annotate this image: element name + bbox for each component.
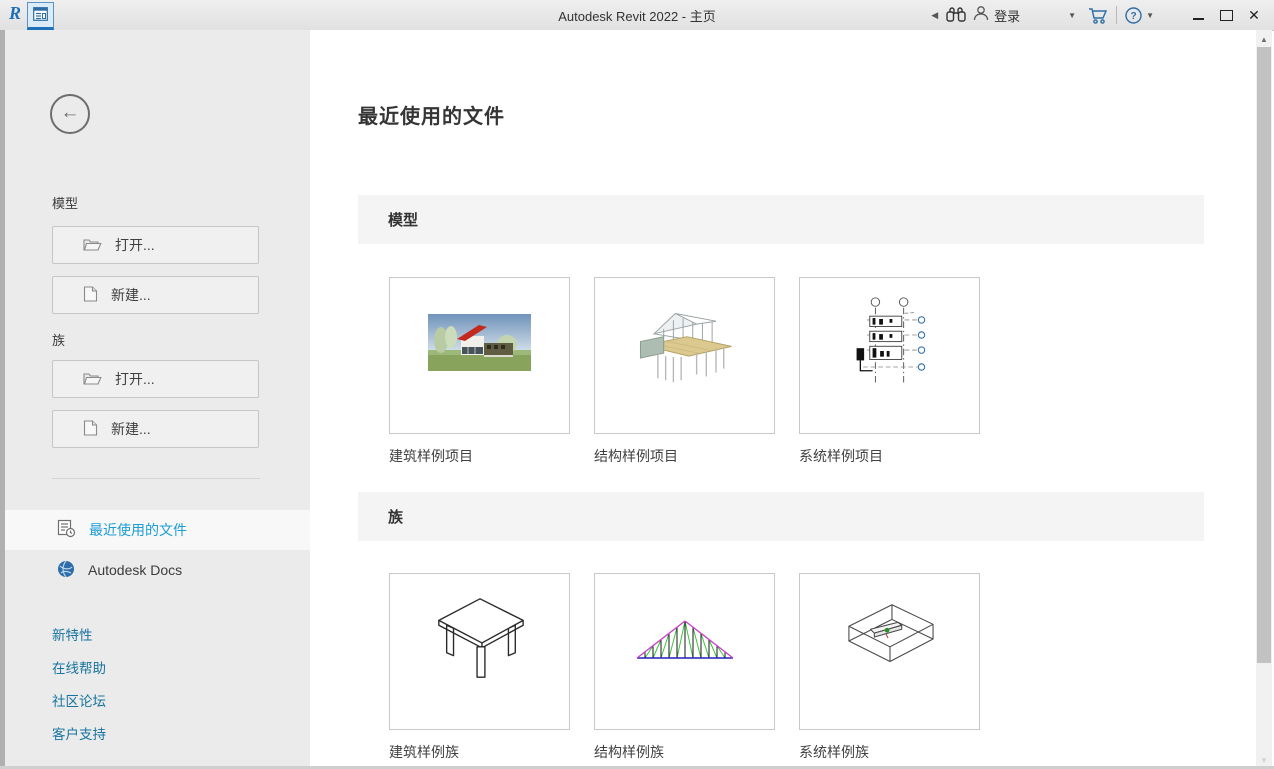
truss-drawing-image [630, 608, 740, 670]
user-icon [973, 5, 989, 26]
recent-file-card-system-project[interactable]: 系统样例项目 [799, 277, 980, 466]
section-header-models: 模型 [358, 195, 1204, 244]
sidebar-item-recent-files[interactable]: 最近使用的文件 [0, 510, 310, 550]
tray-drawing-image [835, 594, 945, 684]
recent-file-card-arch-family[interactable]: 建筑样例族 [389, 573, 570, 762]
sidebar-divider [52, 478, 260, 479]
body-area: ← 模型 打开... 新建... 族 打开... [0, 30, 1274, 769]
main-content: 最近使用的文件 模型 [310, 30, 1256, 769]
house-render-image [428, 314, 531, 371]
new-file-icon [83, 420, 98, 439]
sidebar-section-model-label: 模型 [52, 193, 78, 212]
maximize-button[interactable] [1212, 0, 1240, 30]
back-button[interactable]: ← [50, 94, 90, 134]
table-drawing-image [425, 589, 535, 689]
model-open-label: 打开... [115, 235, 155, 255]
model-new-label: 新建... [111, 285, 151, 305]
titlebar-right-cluster: ◀ 登录 ▼ ? ▼ ✕ [931, 0, 1268, 30]
close-button[interactable]: ✕ [1240, 0, 1268, 30]
search-icon[interactable] [946, 0, 966, 30]
link-online-help[interactable]: 在线帮助 [52, 657, 106, 677]
recent-file-card-struct-family[interactable]: 结构样例族 [594, 573, 775, 762]
new-file-icon [83, 286, 98, 305]
sign-in-button[interactable]: 登录 [973, 0, 1020, 30]
folder-open-icon [83, 237, 102, 254]
link-customer-support[interactable]: 客户支持 [52, 723, 106, 743]
window-controls: ✕ [1184, 0, 1268, 30]
recent-file-card-arch-project[interactable]: 建筑样例项目 [389, 277, 570, 466]
family-open-label: 打开... [115, 369, 155, 389]
structure-model-image [630, 297, 740, 389]
sign-in-label: 登录 [994, 6, 1020, 25]
card-label: 结构样例项目 [594, 446, 775, 466]
model-new-button[interactable]: 新建... [52, 276, 259, 314]
section-families-label: 族 [388, 506, 403, 527]
thumbnail-struct-family [594, 573, 775, 730]
card-label: 建筑样例项目 [389, 446, 570, 466]
sidebar-section-family-label: 族 [52, 330, 65, 349]
page-title: 最近使用的文件 [358, 100, 505, 129]
titlebar: R Autodesk Revit 2022 - 主页 ◀ 登录 ▼ [0, 0, 1274, 31]
scrollbar-thumb[interactable] [1257, 47, 1271, 663]
thumbnail-arch-family [389, 573, 570, 730]
recent-file-card-struct-project[interactable]: 结构样例项目 [594, 277, 775, 466]
collapse-search-icon[interactable]: ◀ [931, 0, 938, 30]
thumbnail-struct-project [594, 277, 775, 434]
thumbnail-system-project [799, 277, 980, 434]
globe-icon [57, 560, 75, 581]
minimize-button[interactable] [1184, 0, 1212, 30]
section-models-label: 模型 [388, 209, 418, 230]
revit-window: R Autodesk Revit 2022 - 主页 ◀ 登录 ▼ [0, 0, 1274, 769]
svg-text:?: ? [1131, 11, 1137, 22]
home-toggle-button[interactable] [27, 2, 54, 30]
help-icon[interactable]: ? [1125, 0, 1142, 30]
recent-file-card-system-family[interactable]: 系统样例族 [799, 573, 980, 762]
family-new-label: 新建... [111, 419, 151, 439]
window-left-border [0, 30, 5, 769]
sidebar: ← 模型 打开... 新建... 族 打开... [0, 30, 310, 769]
model-open-button[interactable]: 打开... [52, 226, 259, 264]
cart-icon[interactable] [1088, 0, 1108, 30]
thumbnail-arch-project [389, 277, 570, 434]
link-community-forum[interactable]: 社区论坛 [52, 690, 106, 710]
recent-files-icon [57, 519, 76, 541]
autodesk-docs-label: Autodesk Docs [88, 562, 182, 578]
card-label: 系统样例族 [799, 742, 980, 762]
help-dropdown-icon[interactable]: ▼ [1146, 0, 1154, 30]
card-label: 建筑样例族 [389, 742, 570, 762]
recent-files-label: 最近使用的文件 [89, 520, 187, 540]
system-schematic-image [850, 290, 930, 396]
family-open-button[interactable]: 打开... [52, 360, 259, 398]
scrollbar-down-icon[interactable]: ▼ [1256, 753, 1272, 767]
family-new-button[interactable]: 新建... [52, 410, 259, 448]
titlebar-separator [1116, 6, 1117, 24]
folder-open-icon [83, 371, 102, 388]
vertical-scrollbar[interactable]: ▲ ▼ [1256, 30, 1272, 769]
sign-in-dropdown-icon[interactable]: ▼ [1068, 0, 1076, 30]
sidebar-item-autodesk-docs[interactable]: Autodesk Docs [0, 550, 310, 590]
card-label: 结构样例族 [594, 742, 775, 762]
link-whats-new[interactable]: 新特性 [52, 624, 93, 644]
revit-logo-icon: R [9, 3, 21, 24]
card-label: 系统样例项目 [799, 446, 980, 466]
home-window-icon [33, 7, 48, 24]
section-header-families: 族 [358, 492, 1204, 541]
scrollbar-up-icon[interactable]: ▲ [1256, 32, 1272, 46]
thumbnail-system-family [799, 573, 980, 730]
